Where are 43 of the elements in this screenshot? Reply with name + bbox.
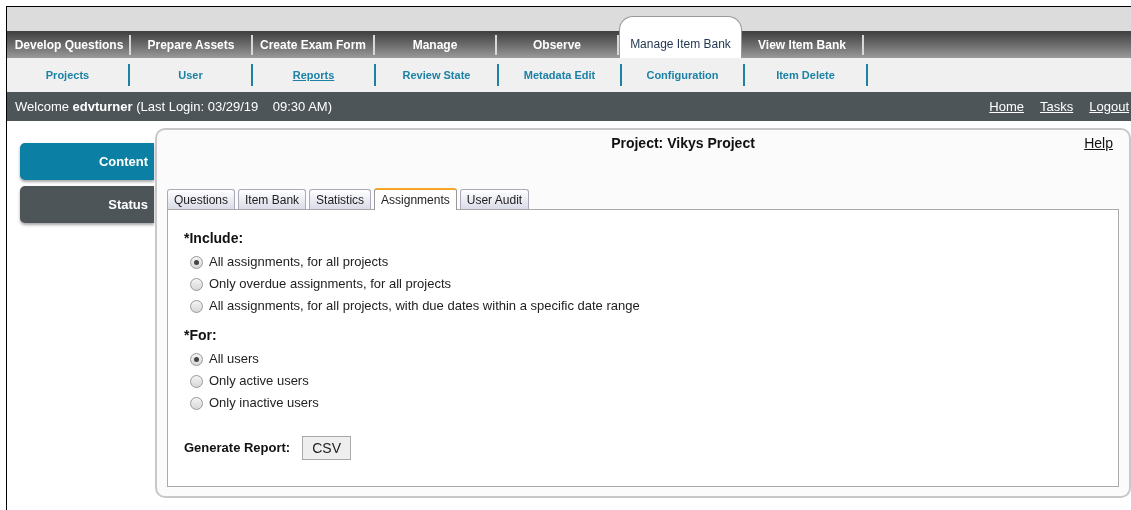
main-nav-tab[interactable]: Create Exam Form	[253, 31, 373, 58]
panel-tab[interactable]: User Audit	[459, 189, 530, 209]
main-nav-tab[interactable]: Prepare Assets	[131, 31, 251, 58]
sub-nav-link[interactable]: Configuration	[622, 66, 743, 84]
header-link[interactable]: Logout	[1089, 96, 1129, 117]
main-nav-tab[interactable]: Observe	[497, 31, 617, 58]
sub-nav-link[interactable]: Projects	[7, 66, 128, 84]
main-nav-tab[interactable]: Manage	[375, 31, 495, 58]
group-label: *Include:	[184, 229, 245, 248]
csv-button[interactable]: CSV	[302, 436, 351, 460]
radio-button[interactable]	[190, 299, 203, 313]
sidebar-button[interactable]: Content	[20, 143, 154, 180]
sub-nav-link[interactable]: Reports	[253, 66, 374, 84]
panel-tab[interactable]: Questions	[167, 189, 236, 209]
header-link[interactable]: Home	[989, 96, 1024, 117]
main-nav-tab[interactable]: Manage Item Bank	[619, 16, 742, 58]
panel-tab[interactable]: Assignments	[374, 188, 457, 210]
main-nav-tab[interactable]: View Item Bank	[742, 31, 862, 58]
welcome-text: Welcome edvturner (Last Login: 03/29/19 09:30 AM)	[15, 97, 332, 116]
header-link[interactable]: Tasks	[1040, 96, 1074, 117]
panel-tab[interactable]: Item Bank	[238, 189, 307, 209]
sidebar-button[interactable]: Status	[20, 186, 154, 223]
sub-nav-link[interactable]: Item Delete	[745, 66, 866, 84]
radio-label: All users	[209, 350, 259, 369]
sub-nav-link[interactable]: Metadata Edit	[499, 66, 620, 84]
radio-button[interactable]	[190, 255, 203, 269]
help-link[interactable]: Help	[1059, 133, 1119, 154]
radio-label: All assignments, for all projects	[209, 253, 389, 272]
panel-title: Project: Vikys Project	[611, 134, 755, 153]
radio-button[interactable]	[190, 396, 203, 410]
panel-tab[interactable]: Statistics	[309, 189, 372, 209]
generate-report-label: Generate Report:	[184, 439, 291, 458]
radio-button[interactable]	[190, 277, 203, 291]
radio-label: Only active users	[209, 372, 309, 391]
group-label: *For:	[184, 326, 218, 345]
radio-label: All assignments, for all projects, with due dates within a specific date range	[209, 297, 640, 316]
radio-button[interactable]	[190, 352, 203, 366]
radio-label: Only inactive users	[209, 394, 319, 413]
sub-nav-link[interactable]: Review State	[376, 66, 497, 84]
radio-label: Only overdue assignments, for all projects	[209, 275, 452, 294]
main-nav-tab[interactable]: Develop Questions	[9, 31, 129, 58]
radio-button[interactable]	[190, 374, 203, 388]
sub-nav-link[interactable]: User	[130, 66, 251, 84]
